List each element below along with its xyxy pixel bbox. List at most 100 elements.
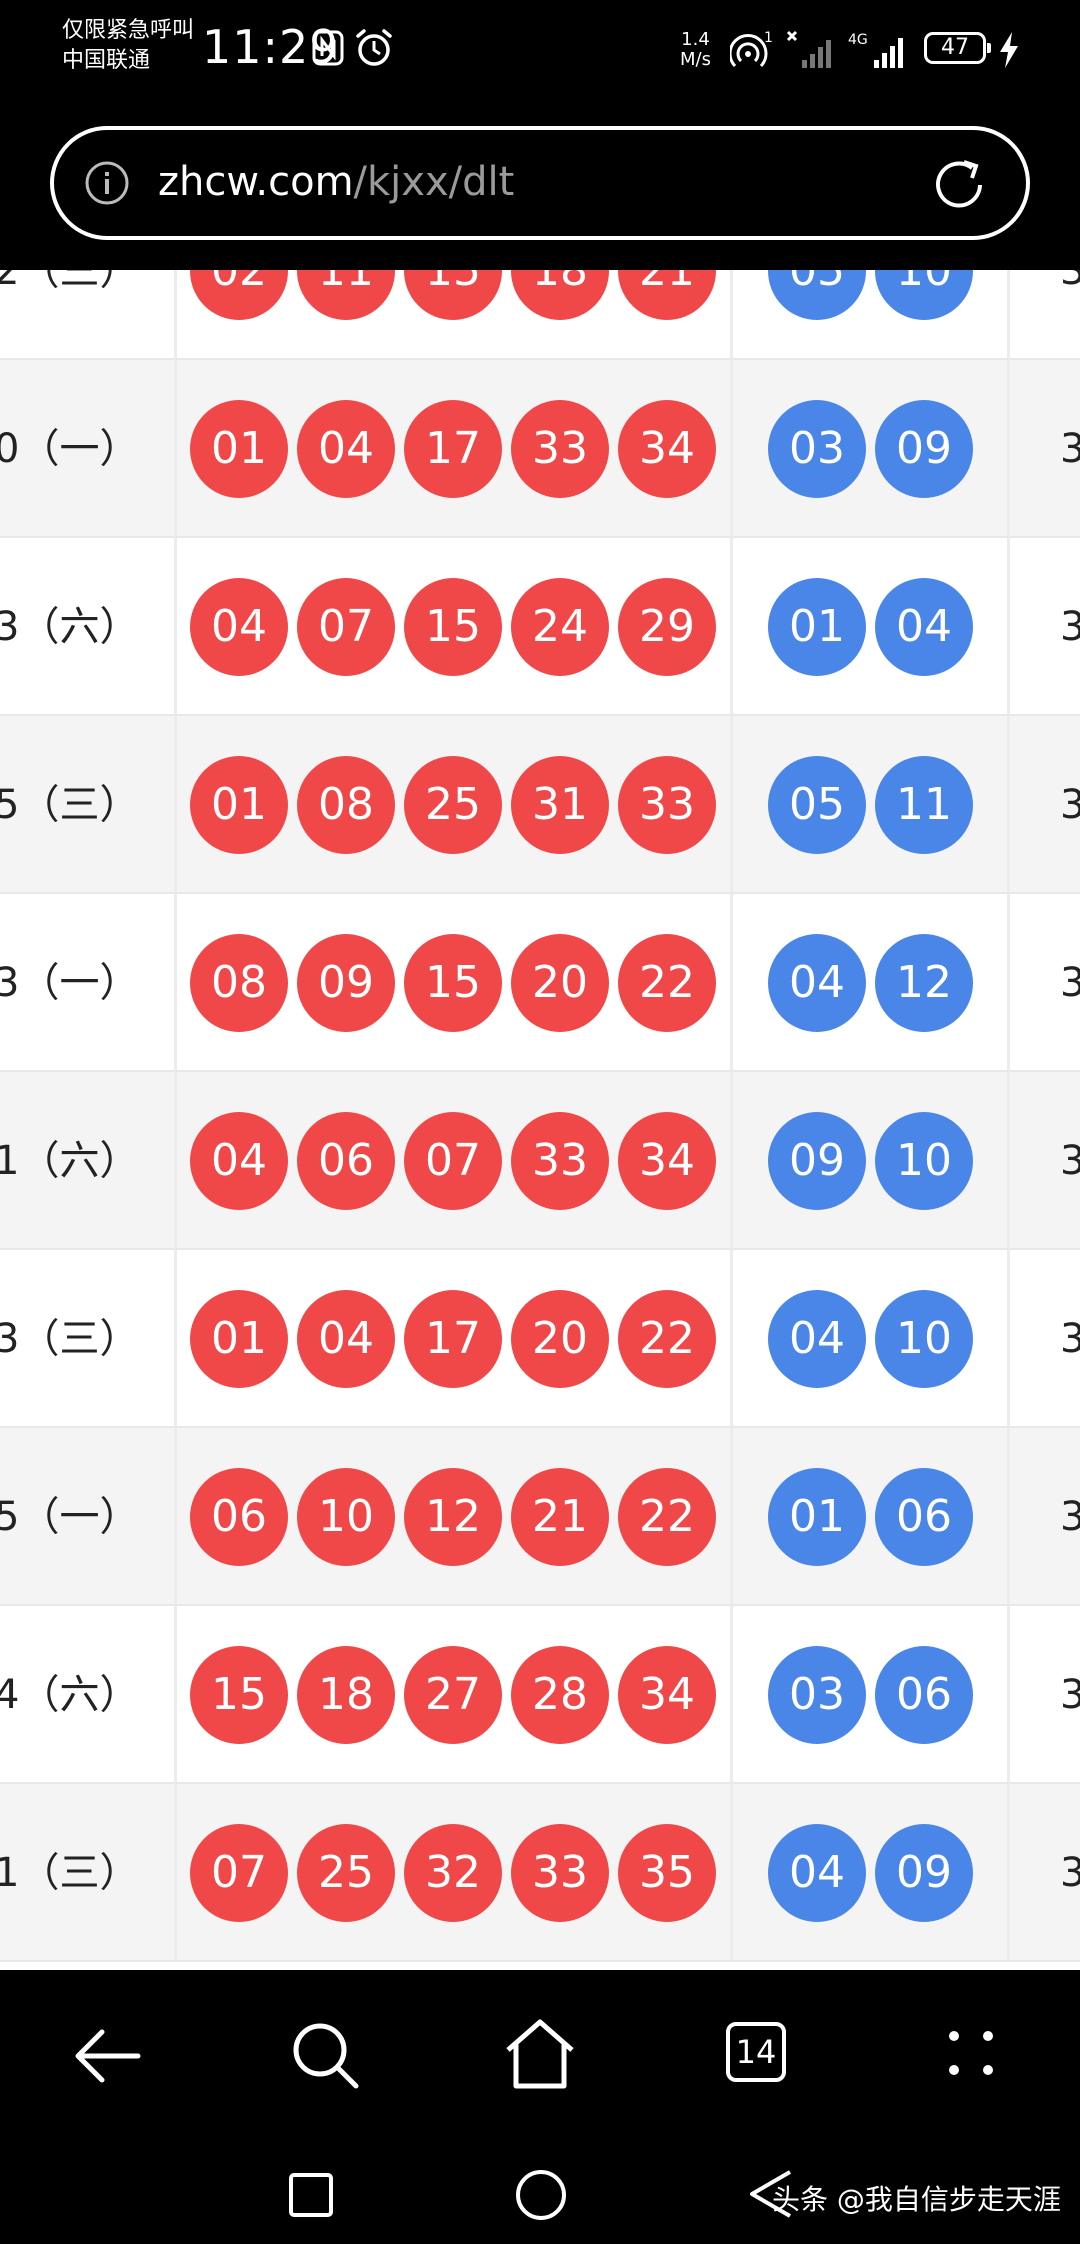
column-divider xyxy=(174,1606,177,1782)
column-divider xyxy=(1007,1606,1010,1782)
next-column-cell: 3 xyxy=(1060,782,1080,828)
column-divider xyxy=(730,1250,733,1426)
table-row[interactable]: 2（三） 02 11 15 18 21 05 10 3 xyxy=(0,270,1080,360)
draw-results-table[interactable]: 2（三） 02 11 15 18 21 05 10 3 0（一） 01 04 17 33 34 03 09 3 3（… xyxy=(0,270,1080,1970)
reload-icon[interactable] xyxy=(928,154,990,216)
address-bar[interactable]: zhcw.com/kjxx/dlt xyxy=(50,126,1030,240)
carrier-emergency-text: 仅限紧急呼叫 xyxy=(62,18,195,43)
recent-apps-icon[interactable] xyxy=(288,2172,334,2218)
front-ball: 27 xyxy=(404,1646,502,1744)
front-ball: 29 xyxy=(618,578,716,676)
column-divider xyxy=(1007,1250,1010,1426)
table-row[interactable]: 3（三） 01 04 17 20 22 04 10 3 xyxy=(0,1250,1080,1428)
signal-sim1-icon xyxy=(786,30,831,68)
back-ball: 09 xyxy=(768,1112,866,1210)
column-divider xyxy=(174,360,177,536)
front-ball: 31 xyxy=(511,756,609,854)
draw-date-cell: 5（三） xyxy=(0,782,140,828)
front-ball: 15 xyxy=(404,578,502,676)
hotspot-sub-label: 1 xyxy=(764,30,773,46)
column-divider xyxy=(1007,270,1010,358)
back-ball: 01 xyxy=(768,578,866,676)
back-ball: 10 xyxy=(875,270,973,320)
front-ball: 04 xyxy=(190,578,288,676)
back-ball: 06 xyxy=(875,1468,973,1566)
front-ball: 04 xyxy=(190,1112,288,1210)
front-ball: 35 xyxy=(618,1824,716,1922)
back-ball: 04 xyxy=(768,1824,866,1922)
column-divider xyxy=(1007,360,1010,536)
table-row[interactable]: 5（一） 06 10 12 21 22 01 06 3 xyxy=(0,1428,1080,1606)
table-row[interactable]: 5（三） 01 08 25 31 33 05 11 3 xyxy=(0,716,1080,894)
next-column-cell: 3 xyxy=(1060,1850,1080,1896)
table-row[interactable]: 3（六） 04 07 15 24 29 01 04 3 xyxy=(0,538,1080,716)
front-ball: 04 xyxy=(297,1290,395,1388)
draw-date-cell: 3（六） xyxy=(0,604,140,650)
column-divider xyxy=(730,360,733,536)
next-column-cell: 3 xyxy=(1060,604,1080,650)
draw-date-cell: 2（三） xyxy=(0,270,140,294)
front-ball: 28 xyxy=(511,1646,609,1744)
system-home-icon[interactable] xyxy=(514,2168,568,2222)
column-divider xyxy=(174,1072,177,1248)
draw-date-cell: 0（一） xyxy=(0,426,140,472)
front-ball: 18 xyxy=(297,1646,395,1744)
search-icon[interactable] xyxy=(290,2020,362,2092)
url-text[interactable]: zhcw.com/kjxx/dlt xyxy=(158,152,514,212)
table-row[interactable]: 4（六） 15 18 27 28 34 03 06 3 xyxy=(0,1606,1080,1784)
table-row[interactable]: 1（六） 04 06 07 33 34 09 10 3 xyxy=(0,1072,1080,1250)
next-column-cell: 3 xyxy=(1060,270,1080,294)
front-ball: 17 xyxy=(404,1290,502,1388)
column-divider xyxy=(1007,1428,1010,1604)
table-row[interactable]: 1（三） 07 25 32 33 35 04 09 3 xyxy=(0,1784,1080,1962)
home-icon[interactable] xyxy=(502,2016,578,2092)
column-divider xyxy=(730,716,733,892)
next-column-cell: 3 xyxy=(1060,1672,1080,1718)
table-row[interactable]: 0（一） 01 04 17 33 34 03 09 3 xyxy=(0,360,1080,538)
front-ball: 02 xyxy=(190,270,288,320)
draw-date-cell: 5（一） xyxy=(0,1494,140,1540)
front-ball: 12 xyxy=(404,1468,502,1566)
speed-unit: M/s xyxy=(680,49,711,70)
nfc-icon xyxy=(312,30,344,66)
draw-date-cell: 1（三） xyxy=(0,1850,140,1896)
menu-dots-icon[interactable] xyxy=(946,2028,996,2078)
front-ball: 04 xyxy=(297,400,395,498)
front-ball: 32 xyxy=(404,1824,502,1922)
back-ball: 09 xyxy=(875,400,973,498)
front-ball: 33 xyxy=(618,756,716,854)
status-bar: 仅限紧急呼叫 中国联通 11:29 1.4 M/s 1 4G 47 xyxy=(0,0,1080,110)
column-divider xyxy=(174,538,177,714)
back-ball: 04 xyxy=(875,578,973,676)
front-ball: 01 xyxy=(190,400,288,498)
network-type-label: 4G xyxy=(848,32,868,48)
front-ball: 01 xyxy=(190,756,288,854)
front-ball: 34 xyxy=(618,1646,716,1744)
table-row[interactable]: 3（一） 08 09 15 20 22 04 12 3 xyxy=(0,894,1080,1072)
next-column-cell: 3 xyxy=(1060,426,1080,472)
column-divider xyxy=(174,1428,177,1604)
tabs-count-button[interactable]: 14 xyxy=(726,2022,786,2082)
front-ball: 18 xyxy=(511,270,609,320)
front-ball: 34 xyxy=(618,400,716,498)
column-divider xyxy=(174,894,177,1070)
front-ball: 17 xyxy=(404,400,502,498)
site-info-icon[interactable] xyxy=(84,160,130,206)
back-ball: 01 xyxy=(768,1468,866,1566)
browser-toolbar: zhcw.com/kjxx/dlt xyxy=(0,110,1080,270)
back-ball: 10 xyxy=(875,1290,973,1388)
carrier-info: 仅限紧急呼叫 中国联通 xyxy=(62,16,194,76)
next-column-cell: 3 xyxy=(1060,1494,1080,1540)
url-domain: zhcw.com xyxy=(158,159,354,205)
front-ball: 20 xyxy=(511,1290,609,1388)
back-ball: 03 xyxy=(768,400,866,498)
front-ball: 22 xyxy=(618,1468,716,1566)
back-ball: 03 xyxy=(768,1646,866,1744)
front-ball: 20 xyxy=(511,934,609,1032)
back-arrow-icon[interactable] xyxy=(72,2026,142,2086)
front-ball: 33 xyxy=(511,400,609,498)
front-ball: 15 xyxy=(190,1646,288,1744)
column-divider xyxy=(1007,716,1010,892)
front-ball: 21 xyxy=(511,1468,609,1566)
front-ball: 07 xyxy=(297,578,395,676)
